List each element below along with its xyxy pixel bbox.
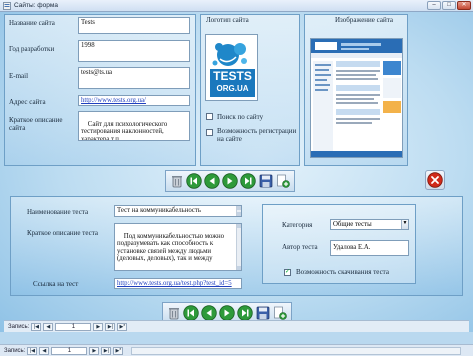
maximize-button[interactable]: □ — [442, 1, 456, 10]
main-nav-new[interactable]: ▶* — [113, 346, 124, 355]
test-desc-label: Краткое описание теста — [27, 229, 98, 237]
test-desc-field[interactable]: Под коммуникабельностью можно подразумев… — [114, 223, 242, 271]
last-record-button[interactable] — [240, 173, 257, 189]
window-controls: – □ ✕ — [427, 1, 471, 10]
site-image-label: Изображение сайта — [335, 16, 393, 24]
test-save-button[interactable] — [255, 305, 270, 321]
test-last-record-button[interactable] — [237, 305, 254, 321]
delete-test-button[interactable] — [166, 305, 181, 321]
main-nav-last[interactable]: ▶| — [101, 346, 112, 355]
test-desc-scrollbar[interactable] — [236, 224, 241, 270]
form-icon — [3, 1, 11, 10]
category-combo[interactable]: Общие тесты ▼ — [330, 219, 409, 230]
test-link-field[interactable]: http://www.tests.org.ua/test.php?test_id… — [114, 278, 242, 289]
test-name-text: Тест на коммуникабельность — [117, 207, 202, 214]
save-icon — [256, 306, 270, 320]
new-record-icon — [277, 174, 291, 188]
test-prev-record-button[interactable] — [201, 305, 218, 321]
save-record-button[interactable] — [258, 173, 273, 189]
main-nav-prev[interactable]: ◀ — [39, 346, 50, 355]
test-desc-text: Под коммуникабельностью можно подразумев… — [117, 232, 226, 263]
form-body: Название сайта Tests Год разработки 1998… — [0, 12, 473, 332]
author-label: Автор теста — [282, 243, 318, 251]
main-record-navigator: Запись: |◀ ◀ 1 ▶ ▶| ▶* — [0, 344, 473, 356]
close-button[interactable]: ✕ — [457, 1, 471, 10]
site-record-toolbar — [165, 170, 295, 192]
delete-site-button[interactable] — [169, 173, 184, 189]
subform-record-navigator: Запись: |◀ ◀ 1 ▶ ▶| ▶* — [4, 320, 469, 332]
last-record-icon — [240, 173, 257, 189]
new-record-button[interactable] — [276, 173, 291, 189]
subform-nav-new[interactable]: ▶* — [117, 322, 128, 331]
main-record-number[interactable]: 1 — [51, 346, 88, 355]
first-record-button[interactable] — [186, 173, 203, 189]
first-record-icon — [186, 173, 203, 189]
registration-checkbox[interactable] — [206, 129, 213, 136]
test-name-scrollbar[interactable] — [236, 206, 241, 216]
next-record-icon — [222, 173, 239, 189]
site-screenshot-image — [310, 38, 403, 158]
category-label: Категория — [282, 221, 313, 229]
search-label: Поиск по сайту — [217, 113, 264, 121]
close-red-icon — [427, 172, 443, 188]
next-record-icon — [219, 305, 236, 321]
subform-record-label: Запись: — [8, 323, 30, 330]
new-record-icon — [274, 306, 288, 320]
window-title: Сайты: форма — [14, 2, 58, 9]
trash-icon — [168, 308, 179, 320]
year-label: Год разработки — [9, 45, 55, 53]
test-new-record-button[interactable] — [273, 305, 288, 321]
logo-text-org: ORG.UA — [216, 84, 249, 93]
url-label: Адрес сайта — [9, 98, 46, 106]
subform-nav-prev[interactable]: ◀ — [43, 322, 54, 331]
category-value: Общие тесты — [333, 221, 372, 228]
subform-nav-first[interactable]: |◀ — [31, 322, 42, 331]
window-titlebar: Сайты: форма – □ ✕ — [0, 0, 473, 12]
main-record-label: Запись: — [4, 347, 26, 354]
site-name-label: Название сайта — [9, 19, 55, 27]
email-field[interactable]: tests@ts.ua — [78, 67, 190, 89]
subform-nav-next[interactable]: ▶ — [93, 322, 104, 331]
search-checkbox[interactable] — [206, 113, 213, 120]
site-info-panel — [4, 14, 196, 166]
site-desc-field[interactable]: Сайт для психологического тестирования н… — [78, 111, 190, 141]
subform-nav-last[interactable]: ▶| — [105, 322, 116, 331]
test-next-record-button[interactable] — [219, 305, 236, 321]
save-icon — [259, 174, 273, 188]
minimize-button[interactable]: – — [427, 1, 441, 10]
trash-icon — [171, 176, 182, 188]
test-first-record-button[interactable] — [183, 305, 200, 321]
email-label: E-mail — [9, 72, 29, 80]
site-desc-label: Краткое описание сайта — [9, 116, 63, 132]
download-checkbox[interactable]: ✓ — [284, 269, 291, 276]
first-record-icon — [183, 305, 200, 321]
site-screenshot-graphic — [311, 39, 402, 157]
prev-record-icon — [204, 173, 221, 189]
site-logo-image: TESTS ORG.UA — [205, 34, 258, 101]
subform-record-number[interactable]: 1 — [55, 322, 92, 331]
site-desc-text: Сайт для психологического тестирования н… — [81, 120, 169, 141]
site-name-field[interactable]: Tests — [78, 17, 190, 34]
url-field[interactable]: http://www.tests.org.ua/ — [78, 95, 190, 106]
test-name-field[interactable]: Тест на коммуникабельность — [114, 205, 242, 217]
test-name-label: Наименование теста — [27, 208, 89, 216]
author-field[interactable]: Удалова Е.А. — [330, 240, 409, 256]
close-form-button[interactable] — [425, 170, 445, 190]
test-link-label: Ссылка на тест — [33, 280, 79, 288]
prev-record-icon — [201, 305, 218, 321]
main-nav-first[interactable]: |◀ — [27, 346, 38, 355]
registration-label: Возможность регистрации на сайте — [217, 127, 297, 143]
logo-label: Логотип сайта — [206, 16, 249, 24]
last-record-icon — [237, 305, 254, 321]
horizontal-scrollbar[interactable] — [131, 346, 462, 355]
next-record-button[interactable] — [222, 173, 239, 189]
prev-record-button[interactable] — [204, 173, 221, 189]
download-label: Возможность скачивания теста — [296, 268, 389, 276]
year-field[interactable]: 1998 — [78, 40, 190, 62]
category-dropdown-arrow[interactable]: ▼ — [401, 220, 408, 229]
main-nav-next[interactable]: ▶ — [89, 346, 100, 355]
logo-text-tests: TESTS — [213, 69, 252, 83]
